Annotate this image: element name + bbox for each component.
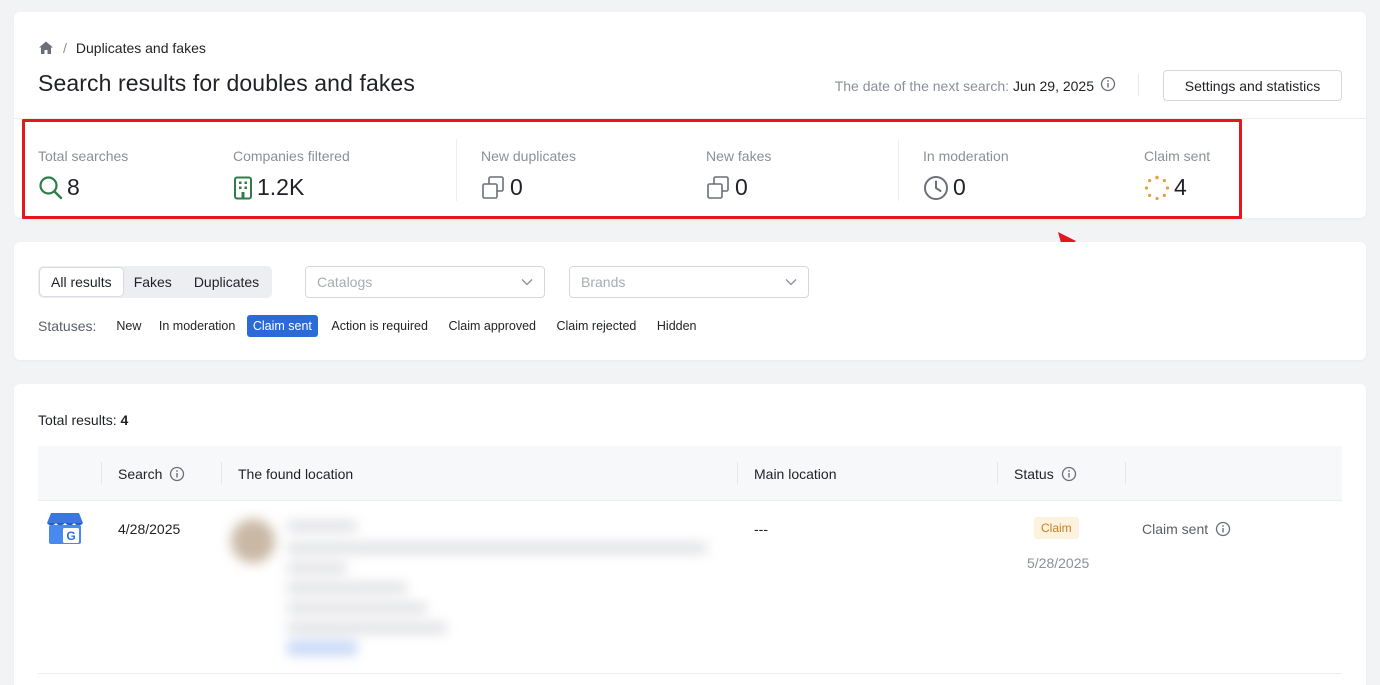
status-badge: Claim <box>1034 517 1079 539</box>
result-type-tabs: All results Fakes Duplicates <box>38 266 273 298</box>
brands-select[interactable]: Brands <box>569 266 809 298</box>
stat-value: 1.2K <box>257 174 305 200</box>
info-icon[interactable] <box>1061 466 1077 482</box>
filters-card: All results Fakes Duplicates Catalogs Br… <box>14 242 1366 360</box>
stat-label: Claim sent <box>1144 148 1211 164</box>
page-title: Search results for doubles and fakes <box>38 70 415 96</box>
table-row[interactable]: G 4/28/2025 --- Claim 5/28/2025 Claim se… <box>38 501 1342 674</box>
row-status-label: Claim sent <box>1142 521 1209 537</box>
total-results-value: 4 <box>120 412 129 428</box>
column-divider <box>997 462 998 484</box>
stat-value: 0 <box>735 174 748 200</box>
info-icon[interactable] <box>169 466 185 482</box>
status-hidden[interactable]: Hidden <box>651 315 703 337</box>
stat-divider <box>898 139 899 201</box>
stat-label: New duplicates <box>481 148 576 164</box>
column-search-label: Search <box>118 465 163 482</box>
next-search-info: The date of the next search: Jun 29, 202… <box>835 76 1116 95</box>
tab-all-results[interactable]: All results <box>40 268 123 296</box>
catalogs-select[interactable]: Catalogs <box>305 266 545 298</box>
stat-value: 0 <box>953 174 966 200</box>
stat-new-fakes: New fakes 0 <box>706 148 771 201</box>
stat-new-duplicates: New duplicates 0 <box>481 148 576 201</box>
stat-value: 0 <box>510 174 523 200</box>
info-icon[interactable] <box>1215 521 1231 537</box>
next-search-date: Jun 29, 2025 <box>1013 77 1094 94</box>
total-results: Total results: 4 <box>38 412 128 428</box>
stat-divider <box>456 139 457 201</box>
column-divider <box>221 462 222 484</box>
status-claim-sent[interactable]: Claim sent <box>246 315 318 337</box>
stats-bar: Total searches 8 Companies filtered 1.2K… <box>14 119 1244 218</box>
column-search: Search <box>118 446 185 501</box>
column-status: Status <box>1014 446 1077 501</box>
stat-in-moderation: In moderation 0 <box>923 148 1009 201</box>
spinner-icon <box>1144 175 1170 200</box>
status-date: 5/28/2025 <box>1027 555 1090 571</box>
breadcrumb-current: Duplicates and fakes <box>75 40 206 56</box>
found-location-blurred <box>221 507 731 667</box>
stat-companies-filtered: Companies filtered 1.2K <box>233 148 350 201</box>
tab-duplicates[interactable]: Duplicates <box>183 268 270 296</box>
status-claim-rejected[interactable]: Claim rejected <box>551 315 643 337</box>
clock-icon <box>924 175 948 200</box>
breadcrumb-separator: / <box>63 40 67 56</box>
chevron-down-icon <box>521 279 533 286</box>
breadcrumb: / Duplicates and fakes <box>38 40 206 56</box>
google-business-icon: G <box>47 513 83 544</box>
column-found-location-label: The found location <box>238 465 354 482</box>
catalogs-placeholder: Catalogs <box>317 274 373 290</box>
status-in-moderation[interactable]: In moderation <box>153 315 241 337</box>
column-divider <box>1125 462 1126 484</box>
stat-value: 4 <box>1174 174 1187 200</box>
stat-label: Total searches <box>38 148 129 164</box>
total-results-label: Total results: <box>38 412 117 428</box>
statuses-label: Statuses: <box>38 318 97 334</box>
svg-text:G: G <box>66 529 75 543</box>
stat-label: New fakes <box>706 148 772 164</box>
chevron-down-icon <box>785 279 797 286</box>
copy-icon <box>707 176 729 199</box>
next-search-label: The date of the next search: <box>834 77 1010 94</box>
copy-icon <box>482 176 504 199</box>
column-main-location-label: Main location <box>754 465 837 482</box>
stat-label: Companies filtered <box>233 148 350 164</box>
stat-label: In moderation <box>923 148 1009 164</box>
status-claim-approved[interactable]: Claim approved <box>442 315 542 337</box>
settings-statistics-button[interactable]: Settings and statistics <box>1163 70 1342 101</box>
status-action-required[interactable]: Action is required <box>325 315 434 337</box>
column-divider <box>101 462 102 484</box>
stat-value: 8 <box>67 174 80 200</box>
header-divider <box>1138 74 1139 96</box>
column-status-label: Status <box>1014 465 1054 482</box>
stat-claim-sent: Claim sent 4 <box>1144 148 1210 201</box>
table-header: Search The found location Main location … <box>38 446 1342 501</box>
info-icon[interactable] <box>1100 76 1116 95</box>
status-filter: Statuses: New In moderation Claim sent A… <box>38 315 706 337</box>
status-new[interactable]: New <box>110 315 147 337</box>
row-status: Claim sent <box>1142 521 1231 537</box>
building-icon <box>234 176 252 199</box>
main-location: --- <box>754 521 768 537</box>
header-card: / Duplicates and fakes Search results fo… <box>14 12 1366 218</box>
search-date: 4/28/2025 <box>118 521 181 537</box>
column-main-location: Main location <box>754 446 837 501</box>
stat-total-searches: Total searches 8 <box>38 148 128 201</box>
brands-placeholder: Brands <box>581 274 626 290</box>
results-card: Total results: 4 Search The found locati… <box>14 384 1366 685</box>
tab-fakes[interactable]: Fakes <box>123 268 183 296</box>
search-icon <box>39 176 63 200</box>
column-divider <box>737 462 738 484</box>
column-found-location: The found location <box>238 446 353 501</box>
home-icon[interactable] <box>38 40 54 56</box>
